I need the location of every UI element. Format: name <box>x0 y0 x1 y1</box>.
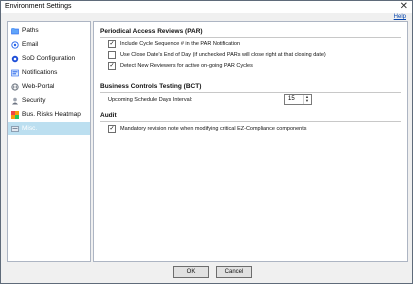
sidebar-item-web-portal[interactable]: Web-Portal <box>8 80 90 93</box>
sidebar-item-label: Misc. <box>22 125 38 132</box>
checkbox-label: Detect New Reviewers for active on-going… <box>120 63 253 69</box>
sidebar-item-label: SoD Configuration <box>22 55 76 62</box>
close-icon[interactable]: ✕ <box>400 1 408 13</box>
par-option-close-date[interactable]: Use Close Date's End of Day (if unchecke… <box>108 51 326 59</box>
sidebar-item-label: Security <box>22 97 46 104</box>
sidebar-item-notifications[interactable]: Notifications <box>8 66 90 79</box>
par-divider <box>100 37 401 38</box>
par-option-detect-reviewers[interactable]: ✓ Detect New Reviewers for active on-goi… <box>108 62 253 70</box>
settings-panel: Periodical Access Reviews (PAR) ✓ Includ… <box>93 21 408 262</box>
sidebar-item-label: Paths <box>22 27 39 34</box>
checkbox[interactable]: ✓ <box>108 40 116 48</box>
heatmap-icon <box>11 110 19 119</box>
title-bar: Environment Settings ✕ <box>1 1 412 13</box>
notifications-icon <box>11 69 19 77</box>
sidebar-item-label: Bus. Risks Heatmap <box>22 111 81 118</box>
sidebar-item-label: Email <box>22 41 39 48</box>
sidebar-item-bus-risks-heatmap[interactable]: Bus. Risks Heatmap <box>8 108 90 121</box>
checkbox[interactable]: ✓ <box>108 62 116 70</box>
interval-label: Upcoming Schedule Days Interval: <box>108 97 193 103</box>
at-icon <box>11 40 19 49</box>
security-icon <box>11 97 19 105</box>
window-title: Environment Settings <box>5 3 72 10</box>
checkbox[interactable] <box>108 51 116 59</box>
folder-icon <box>11 27 19 35</box>
audit-option-revision-note[interactable]: ✓ Mandatory revision note when modifying… <box>108 125 306 133</box>
audit-section-title: Audit <box>100 112 117 119</box>
stepper-arrows[interactable]: ▲ ▼ <box>303 95 311 104</box>
sidebar-item-label: Web-Portal <box>22 83 55 90</box>
checkbox-label: Mandatory revision note when modifying c… <box>120 126 307 132</box>
checkbox-label: Include Cycle Sequence # in the PAR Noti… <box>120 41 241 47</box>
environment-settings-window: Environment Settings ✕ Help Paths Email … <box>0 0 413 284</box>
cancel-button[interactable]: Cancel <box>216 266 252 278</box>
checkbox-label: Use Close Date's End of Day (if unchecke… <box>120 52 326 58</box>
sidebar-item-security[interactable]: Security <box>8 94 90 107</box>
par-section-title: Periodical Access Reviews (PAR) <box>100 28 203 35</box>
audit-divider <box>100 121 401 122</box>
interval-stepper[interactable]: 15 ▲ ▼ <box>284 94 312 105</box>
sidebar-item-email[interactable]: Email <box>8 38 90 51</box>
ok-button[interactable]: OK <box>173 266 209 278</box>
sidebar-item-misc[interactable]: Misc. <box>8 122 90 135</box>
par-option-cycle-sequence[interactable]: ✓ Include Cycle Sequence # in the PAR No… <box>108 40 240 48</box>
sidebar-item-label: Notifications <box>22 69 58 76</box>
help-link[interactable]: Help <box>394 14 406 20</box>
sod-icon <box>11 55 19 63</box>
chevron-down-icon[interactable]: ▼ <box>305 99 309 103</box>
misc-icon <box>11 125 19 133</box>
sidebar-item-paths[interactable]: Paths <box>8 24 90 37</box>
globe-icon <box>11 82 19 91</box>
interval-value: 15 <box>288 96 295 102</box>
checkbox[interactable]: ✓ <box>108 125 116 133</box>
bct-section-title: Business Controls Testing (BCT) <box>100 83 202 90</box>
sidebar-item-sod-configuration[interactable]: SoD Configuration <box>8 52 90 65</box>
bct-divider <box>100 92 401 93</box>
settings-sidebar: Paths Email SoD Configuration Notificati… <box>7 21 91 262</box>
